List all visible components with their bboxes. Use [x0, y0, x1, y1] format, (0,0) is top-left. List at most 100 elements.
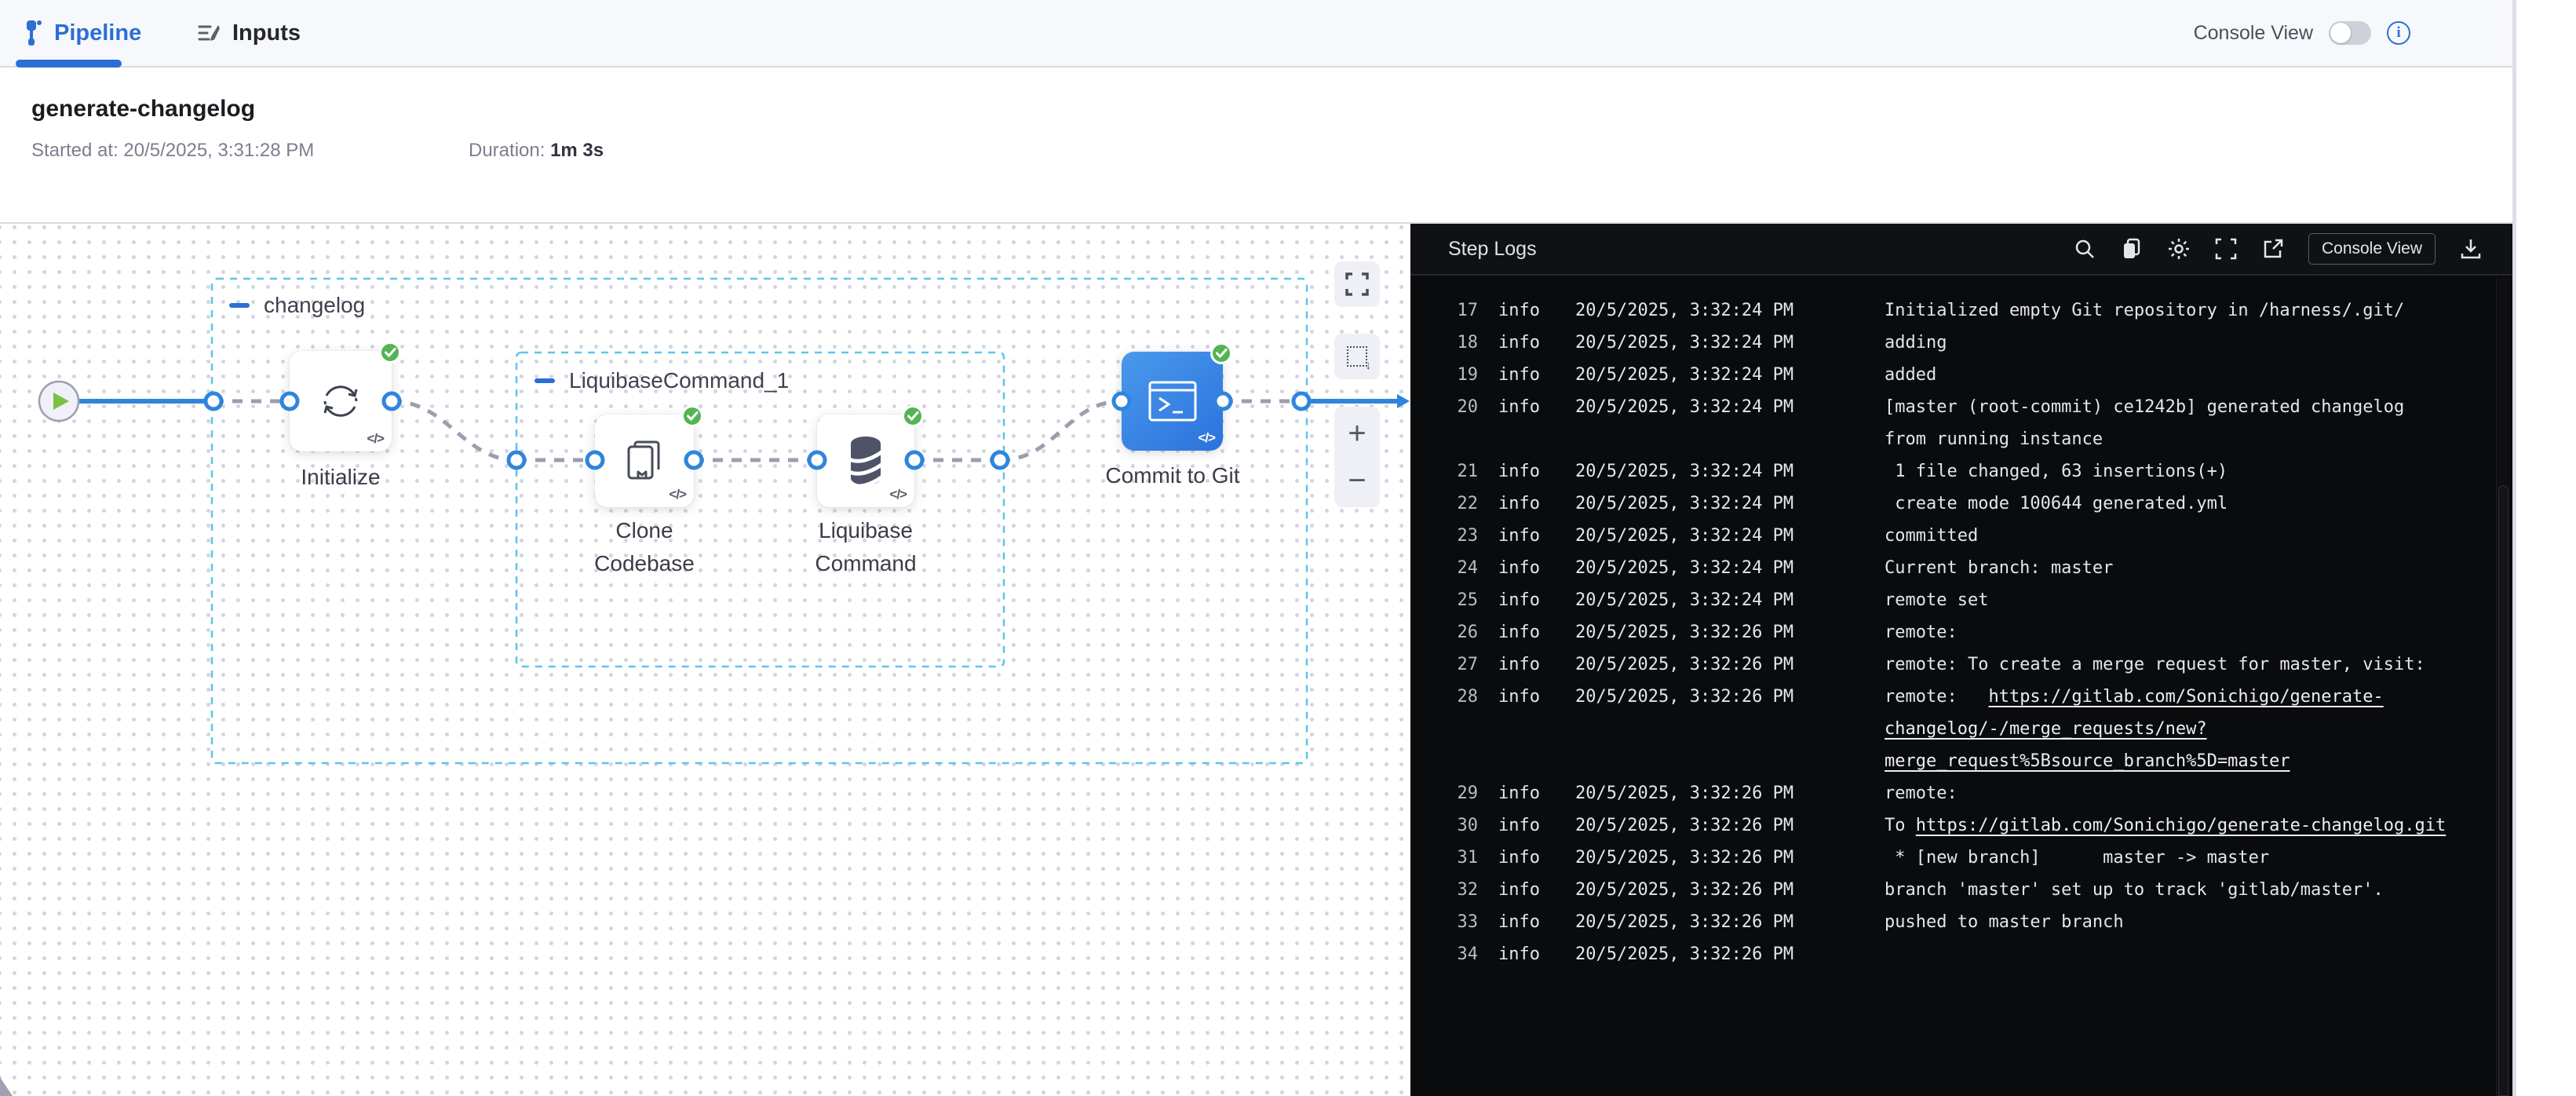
console-view-control: Console View i	[2194, 0, 2410, 66]
log-row: 30info20/5/2025, 3:32:26 PMTo https://gi…	[1410, 809, 2512, 842]
started-at: Started at: 20/5/2025, 3:31:28 PM	[31, 140, 314, 162]
initialize-sync-icon	[316, 377, 365, 426]
node-label-liquibase-command: Liquibase Command	[775, 514, 956, 580]
step-node-commit-to-git[interactable]: </>	[1122, 352, 1223, 451]
pipeline-canvas[interactable]: changelog LiquibaseCommand_1 </>	[0, 225, 1410, 1096]
step-node-liquibase-command[interactable]: </>	[817, 415, 914, 507]
log-message: * [new branch] master -> master	[1885, 842, 2269, 874]
tab-pipeline[interactable]: Pipeline	[20, 0, 141, 66]
log-row: 32info20/5/2025, 3:32:26 PMbranch 'maste…	[1410, 874, 2512, 906]
log-message: pushed to master branch	[1885, 906, 2124, 938]
step-logs-title: Step Logs	[1448, 238, 1537, 261]
pipeline-execution-page: Pipeline Inputs Console View i generate-…	[0, 0, 2576, 1096]
log-message: added	[1885, 359, 1936, 391]
console-view-button[interactable]: Console View	[2308, 233, 2436, 265]
info-icon[interactable]: i	[2387, 21, 2410, 45]
log-row: 27info20/5/2025, 3:32:26 PMremote: To cr…	[1410, 648, 2512, 681]
log-message: remote set	[1885, 584, 1988, 616]
pipeline-icon	[20, 20, 43, 46]
log-message: branch 'master' set up to track 'gitlab/…	[1885, 874, 2384, 906]
code-badge: </>	[669, 487, 686, 502]
download-icon[interactable]	[2459, 237, 2483, 261]
code-badge: </>	[889, 487, 907, 502]
log-message: remote:	[1885, 616, 1958, 648]
success-check-badge	[1210, 342, 1232, 364]
log-row: 31info20/5/2025, 3:32:26 PM * [new branc…	[1410, 842, 2512, 874]
success-check-badge	[902, 405, 924, 427]
expand-fullscreen-icon[interactable]	[2214, 237, 2238, 261]
log-link[interactable]: https://gitlab.com/Sonichigo/generate-	[1988, 687, 2383, 707]
duration-value: 1m 3s	[550, 140, 604, 161]
terminal-icon	[1147, 379, 1199, 423]
toggle-knob	[2330, 23, 2351, 43]
node-label-initialize: Initialize	[250, 461, 431, 494]
success-check-badge	[681, 405, 703, 427]
canvas-select-button[interactable]: ↓	[1334, 334, 1380, 379]
collapse-minus-icon	[535, 378, 555, 383]
log-message: adding	[1885, 327, 1947, 359]
zoom-out-button[interactable]: −	[1348, 465, 1366, 496]
step-logs-panel: Step Logs	[1410, 224, 2512, 1096]
log-scrollbar[interactable]	[2496, 277, 2510, 1096]
log-message: create mode 100644 generated.yml	[1885, 488, 2228, 520]
log-link[interactable]: changelog/-/merge_requests/new?	[1885, 719, 2207, 739]
log-message: [master (root-commit) ce1242b] generated…	[1885, 391, 2404, 455]
zoom-in-button[interactable]: +	[1348, 418, 1366, 449]
stage-label: changelog	[264, 293, 365, 318]
tab-inputs-label: Inputs	[232, 20, 301, 46]
log-row: 21info20/5/2025, 3:32:24 PM 1 file chang…	[1410, 455, 2512, 488]
code-badge: </>	[367, 431, 384, 447]
open-in-new-icon[interactable]	[2261, 237, 2285, 261]
log-link[interactable]: https://gitlab.com/Sonichigo/generate-ch…	[1916, 816, 2446, 835]
marquee-select-icon: ↓	[1347, 346, 1367, 367]
canvas-fullscreen-button[interactable]	[1334, 261, 1380, 307]
log-toolbar: Console View	[2073, 233, 2483, 265]
log-row: 25info20/5/2025, 3:32:24 PMremote set	[1410, 584, 2512, 616]
pipeline-run-title: generate-changelog	[31, 96, 255, 122]
log-row: 34info20/5/2025, 3:32:26 PM	[1410, 938, 2512, 970]
top-tab-bar: Pipeline Inputs Console View i	[0, 0, 2512, 68]
node-label-commit-to-git: Commit to Git	[1082, 459, 1263, 492]
tab-inputs[interactable]: Inputs	[196, 0, 301, 66]
started-at-label: Started at:	[31, 140, 119, 161]
stage-collapse-changelog[interactable]: changelog	[229, 293, 365, 318]
run-info-bar: generate-changelog Started at: 20/5/2025…	[0, 68, 2512, 224]
canvas-zoom-control: + −	[1334, 407, 1380, 507]
canvas-corner-handle	[0, 1077, 13, 1096]
log-message: committed	[1885, 520, 1978, 552]
console-view-toggle[interactable]	[2329, 21, 2371, 45]
log-row: 33info20/5/2025, 3:32:26 PMpushed to mas…	[1410, 906, 2512, 938]
tab-pipeline-label: Pipeline	[54, 20, 141, 46]
log-row: 17info20/5/2025, 3:32:24 PMInitialized e…	[1410, 294, 2512, 327]
log-row: 24info20/5/2025, 3:32:24 PMCurrent branc…	[1410, 552, 2512, 584]
step-node-clone-codebase[interactable]: </>	[595, 415, 694, 507]
node-label-clone-codebase: Clone Codebase	[554, 514, 735, 580]
log-row: 23info20/5/2025, 3:32:24 PMcommitted	[1410, 520, 2512, 552]
group-boundary-liquibasecommand	[516, 353, 1004, 667]
log-output: 17info20/5/2025, 3:32:24 PMInitialized e…	[1410, 277, 2512, 1096]
log-message: Initialized empty Git repository in /har…	[1885, 294, 2404, 327]
copy-icon[interactable]	[2120, 237, 2144, 261]
log-row: 18info20/5/2025, 3:32:24 PMadding	[1410, 327, 2512, 359]
collapse-minus-icon	[229, 303, 250, 308]
liquibase-icon	[843, 435, 888, 487]
group-collapse-liquibasecommand[interactable]: LiquibaseCommand_1	[535, 368, 789, 393]
step-logs-header: Step Logs	[1410, 224, 2512, 276]
log-link[interactable]: merge_request%5Bsource_branch%5D=master	[1885, 751, 2290, 771]
code-badge: </>	[1198, 430, 1215, 446]
settings-icon[interactable]	[2167, 237, 2191, 261]
duration: Duration: 1m 3s	[469, 140, 604, 162]
log-row: 26info20/5/2025, 3:32:26 PMremote:	[1410, 616, 2512, 648]
search-icon[interactable]	[2073, 237, 2096, 261]
inputs-icon	[196, 20, 221, 46]
log-row: 29info20/5/2025, 3:32:26 PMremote:	[1410, 777, 2512, 809]
log-row: 19info20/5/2025, 3:32:24 PMadded	[1410, 359, 2512, 391]
log-row: 22info20/5/2025, 3:32:24 PM create mode …	[1410, 488, 2512, 520]
log-scrollbar-thumb[interactable]	[2498, 485, 2508, 1096]
log-row: 20info20/5/2025, 3:32:24 PM[master (root…	[1410, 391, 2512, 455]
active-tab-underline	[16, 60, 122, 68]
log-message: remote: https://gitlab.com/Sonichigo/gen…	[1885, 681, 2384, 777]
step-node-initialize[interactable]: </>	[290, 351, 392, 451]
start-node[interactable]	[39, 382, 78, 421]
log-message: Current branch: master	[1885, 552, 2113, 584]
